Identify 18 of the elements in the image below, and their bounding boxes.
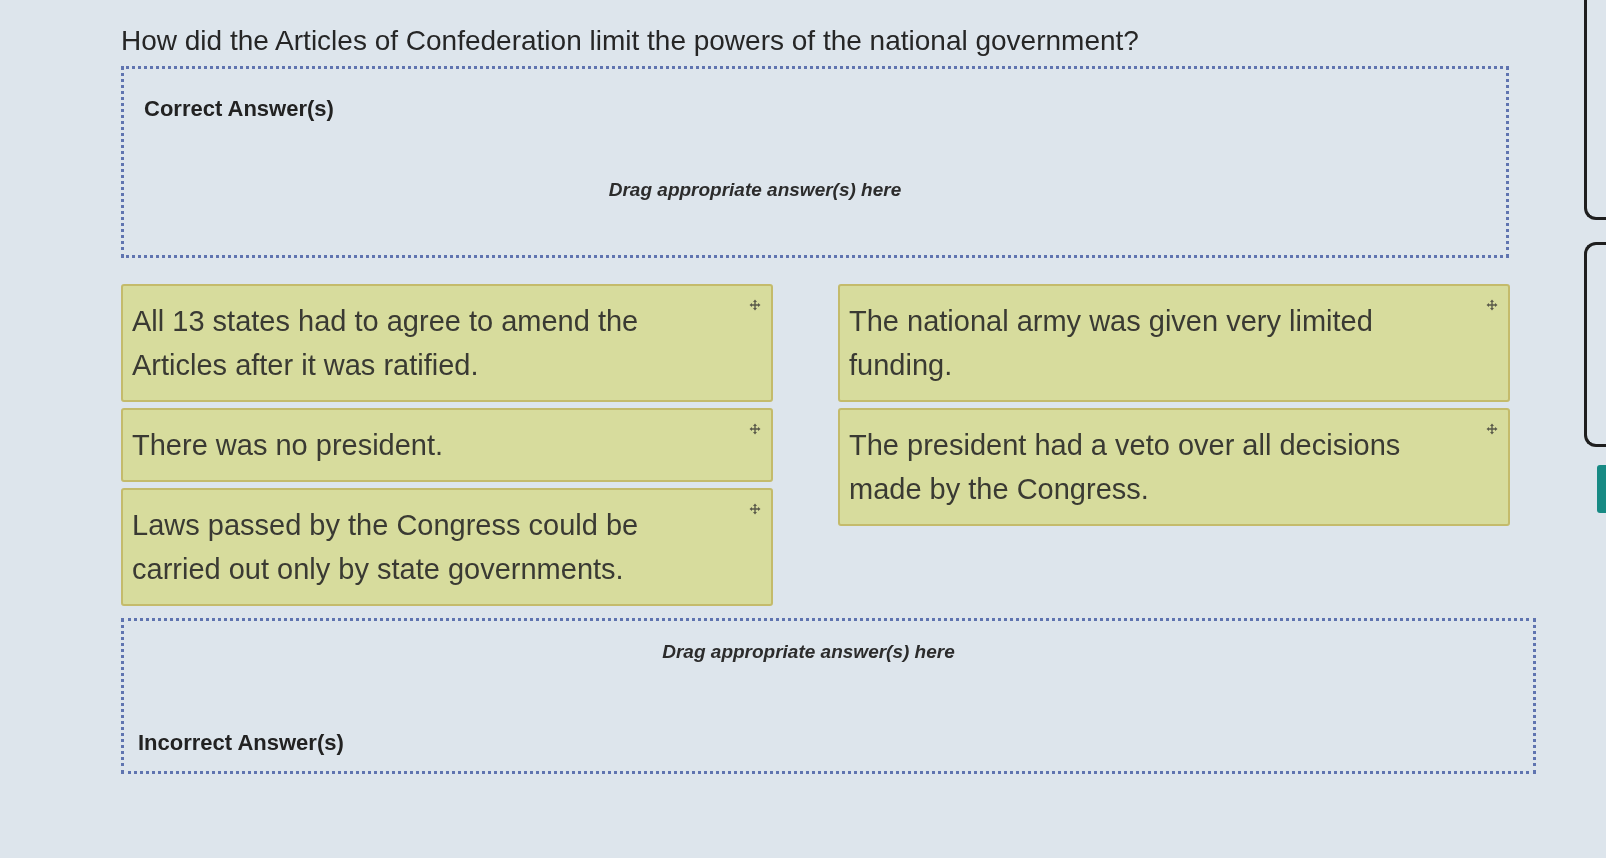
- move-icon: [749, 299, 761, 311]
- drop-zone[interactable]: Drag appropriate answer(s) here Incorrect Answer(s): [121, 618, 1536, 774]
- drop-zone[interactable]: Correct Answer(s) Drag appropriate answer(s) here: [121, 66, 1509, 258]
- answer-card[interactable]: There was no president.: [121, 408, 773, 482]
- drop-hint: Drag appropriate answer(s) here: [608, 178, 902, 202]
- move-icon: [1486, 423, 1498, 435]
- drop-hint: Drag appropriate answer(s) here: [662, 640, 955, 664]
- side-tab-edge: [1597, 465, 1606, 513]
- answer-card[interactable]: Laws passed by the Congress could be carried out only by state governments.: [121, 488, 773, 606]
- move-icon: [1486, 299, 1498, 311]
- question-text: How did the Articles of Confederation limit the powers of the national government?: [121, 24, 1140, 58]
- zone-label: Incorrect Answer(s): [138, 729, 344, 757]
- answer-card[interactable]: The national army was given very limited funding.: [838, 284, 1510, 402]
- answer-card[interactable]: All 13 states had to agree to amend the Articles after it was ratified.: [121, 284, 773, 402]
- move-icon: [749, 423, 761, 435]
- answer-card[interactable]: The president had a veto over all decisions made by the Congress.: [838, 408, 1510, 526]
- zone-label: Correct Answer(s): [144, 95, 334, 123]
- move-icon: [749, 503, 761, 515]
